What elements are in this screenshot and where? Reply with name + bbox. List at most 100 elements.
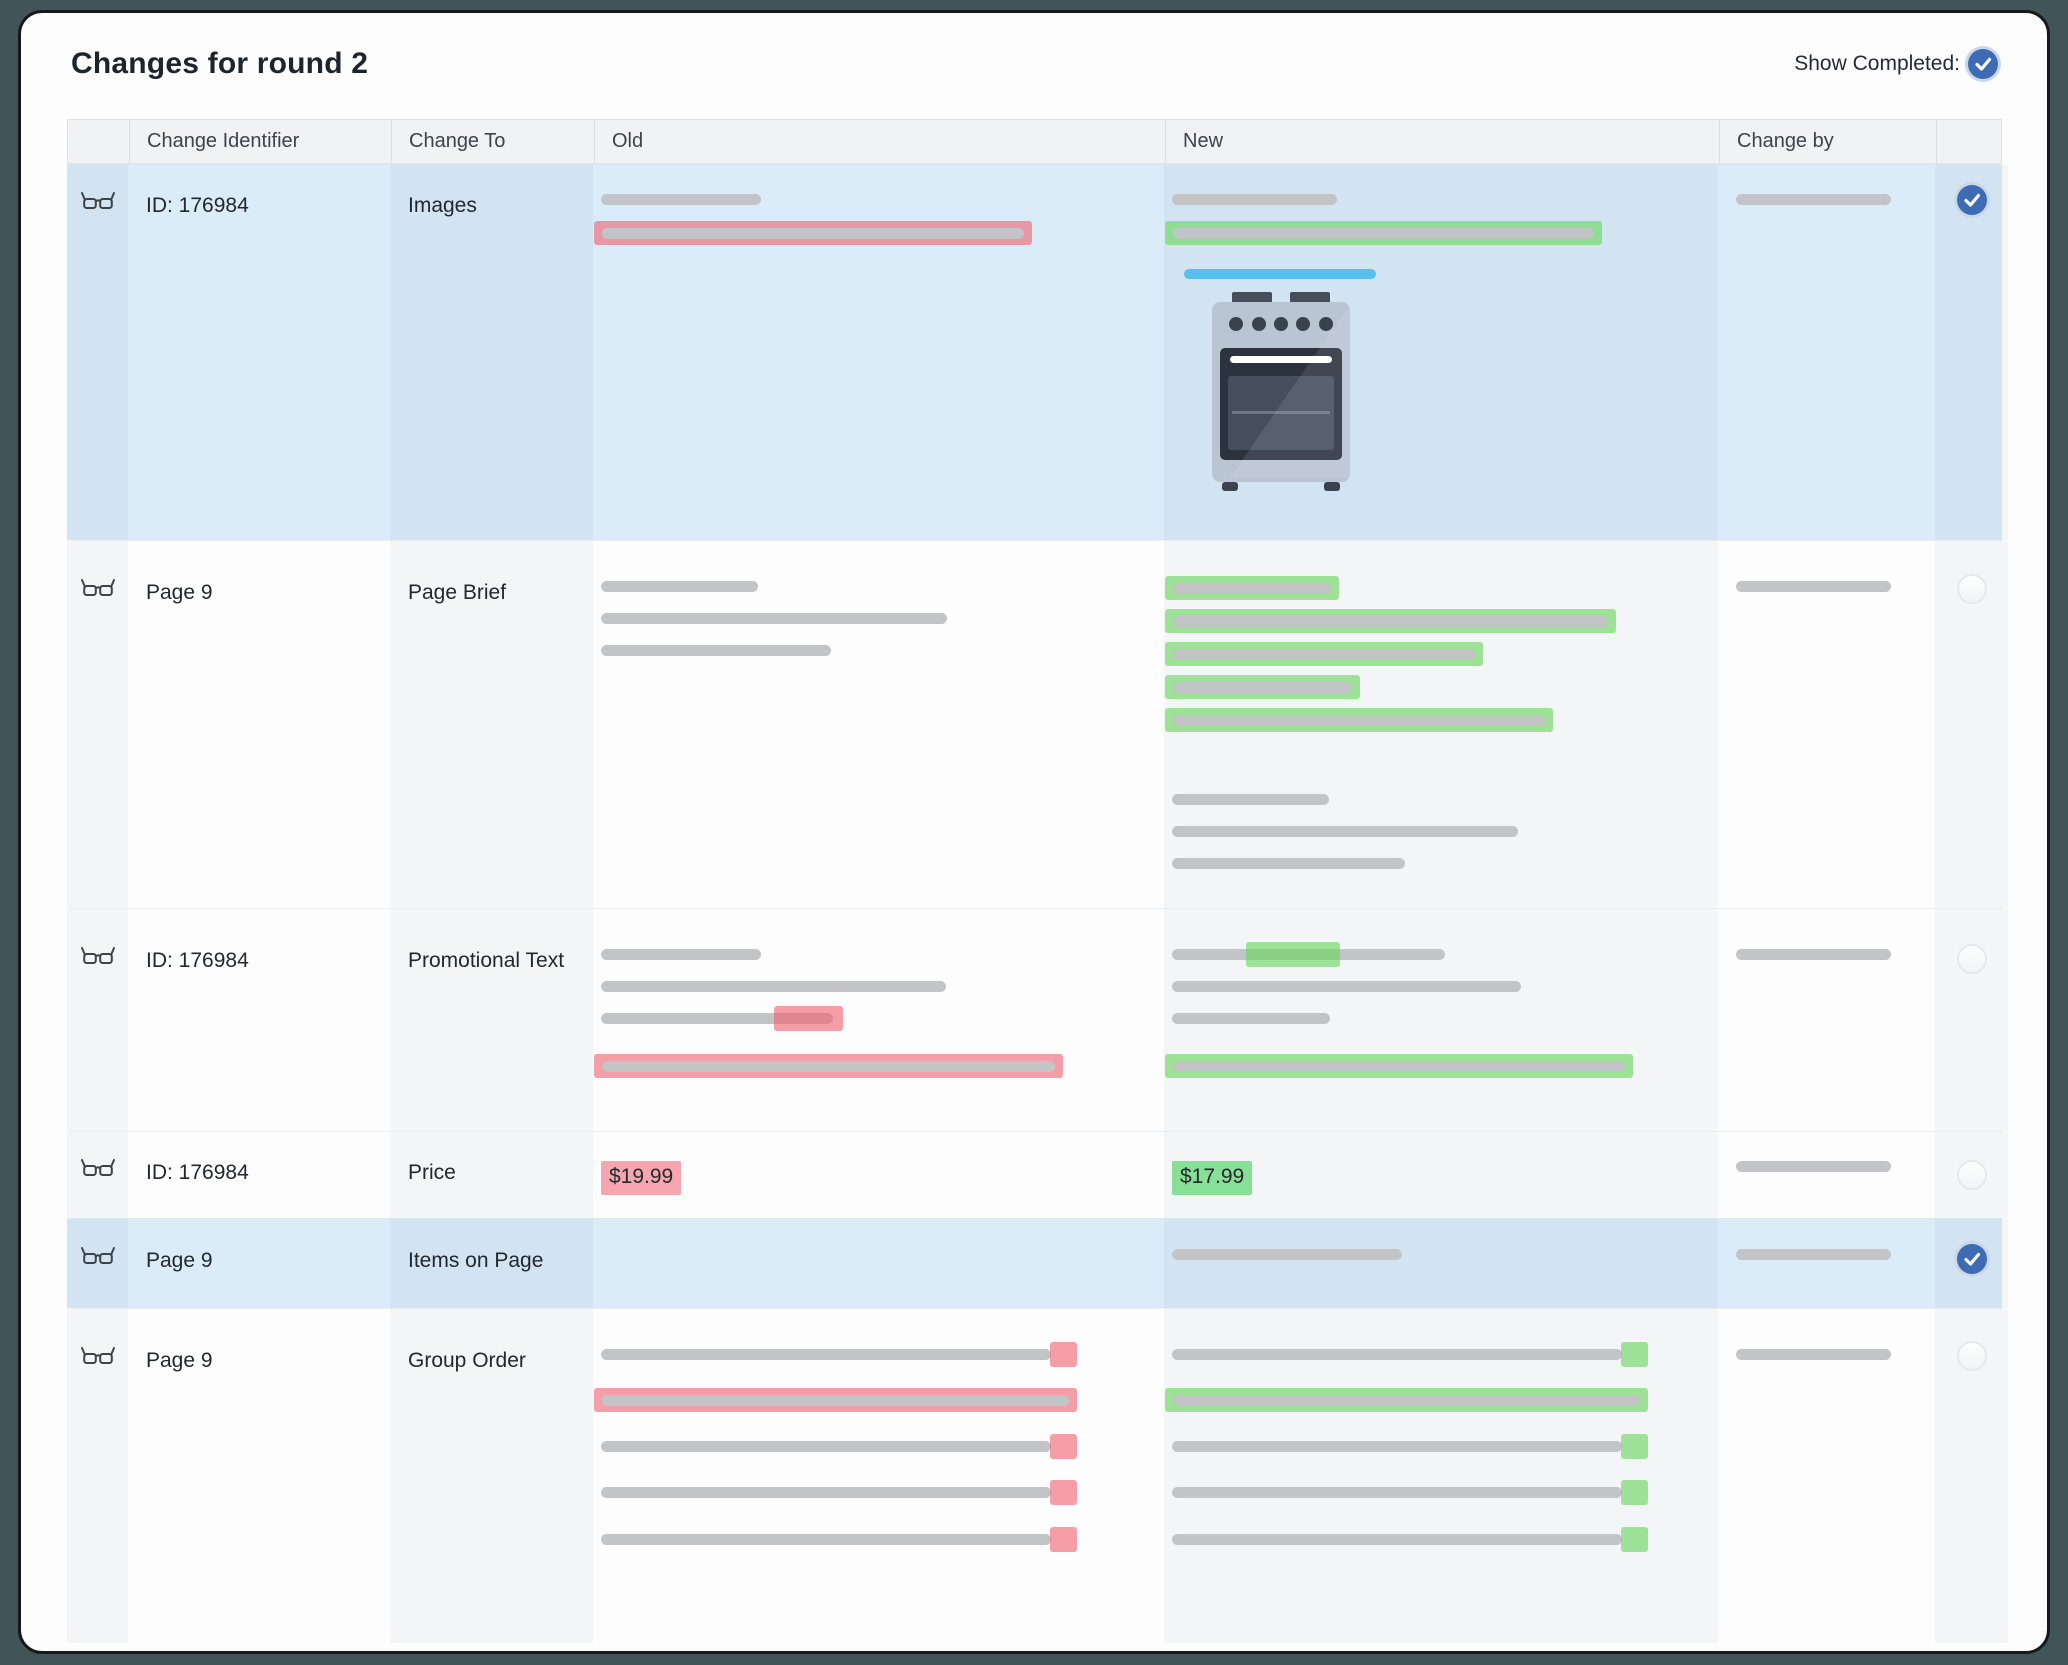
text-line-with-change-mark [601, 1487, 1051, 1498]
new-content-cell [1164, 1309, 1718, 1643]
text-line-with-change-mark [601, 1441, 1051, 1452]
new-content-cell [1164, 165, 1718, 540]
new-content-cell [1164, 1219, 1718, 1308]
added-change-mark [1621, 1434, 1648, 1459]
change-by-placeholder-bar [1736, 1249, 1891, 1260]
text-placeholder-bar [1172, 1441, 1622, 1452]
table-row: ID: 176984Price$19.99$17.99 [67, 1131, 2002, 1218]
added-change-mark [1621, 1527, 1648, 1552]
glasses-icon[interactable] [81, 578, 115, 598]
row-viewed-cell [67, 541, 128, 908]
change-by-cell [1718, 165, 1935, 540]
added-change-mark [1621, 1480, 1648, 1505]
text-line-with-change-mark [601, 1534, 1051, 1545]
text-placeholder-bar [601, 645, 831, 656]
change-identifier-cell: Page 9 [128, 541, 390, 908]
row-completed-checkbox[interactable] [1957, 1341, 1987, 1371]
change-by-placeholder-bar [1736, 194, 1891, 205]
text-placeholder-bar [601, 613, 947, 624]
row-viewed-cell [67, 165, 128, 540]
text-placeholder-bar [1173, 616, 1608, 627]
text-placeholder-bar [601, 949, 761, 960]
glasses-icon[interactable] [81, 1246, 115, 1266]
change-to-cell: Group Order [390, 1309, 593, 1643]
row-completed-cell [1935, 541, 2008, 908]
text-placeholder-bar [1173, 649, 1475, 660]
glasses-icon[interactable] [81, 946, 115, 966]
text-placeholder-bar [1173, 228, 1594, 239]
change-by-placeholder-bar [1736, 1349, 1891, 1360]
change-identifier-value: ID: 176984 [146, 194, 249, 217]
text-placeholder-bar [601, 1487, 1051, 1498]
old-price: $19.99 [601, 1161, 681, 1195]
old-content-cell [593, 165, 1164, 540]
change-to-value: Group Order [408, 1349, 526, 1372]
old-content-cell [593, 541, 1164, 908]
page-title: Changes for round 2 [71, 47, 368, 81]
text-placeholder-bar [602, 1395, 1069, 1406]
text-placeholder-bar [1173, 583, 1331, 594]
row-viewed-cell [67, 909, 128, 1131]
change-to-cell: Page Brief [390, 541, 593, 908]
change-identifier-cell: Page 9 [128, 1309, 390, 1643]
row-completed-checkbox[interactable] [1957, 944, 1987, 974]
panel-header: Changes for round 2 Show Completed: [67, 43, 2002, 85]
check-icon [1957, 1244, 1987, 1274]
changes-table: Change Identifier Change To Old New Chan… [67, 119, 2002, 1643]
text-line-with-change-mark [1172, 949, 1445, 960]
show-completed-checkbox[interactable] [1968, 49, 1998, 79]
new-content-cell [1164, 541, 1718, 908]
text-placeholder-bar [1172, 194, 1337, 205]
old-content-cell [593, 909, 1164, 1131]
text-line-with-change-mark [1172, 1534, 1622, 1545]
text-placeholder-bar [601, 1349, 1051, 1360]
change-to-cell: Promotional Text [390, 909, 593, 1131]
header-change-by: Change by [1719, 120, 1936, 163]
row-completed-checkbox[interactable] [1957, 1160, 1987, 1190]
text-placeholder-bar [1172, 826, 1518, 837]
glasses-icon[interactable] [81, 1346, 115, 1366]
removed-text-highlight [594, 1054, 1063, 1078]
header-change-to: Change To [391, 120, 594, 163]
text-placeholder-bar [1172, 1349, 1622, 1360]
row-completed-checkbox[interactable] [1957, 1244, 1987, 1274]
table-body: ID: 176984ImagesPage 9Page BriefID: 1769… [67, 164, 2002, 1643]
table-row: ID: 176984 Promotional Text [67, 908, 2002, 1131]
change-to-cell: Items on Page [390, 1219, 593, 1308]
row-viewed-cell [67, 1309, 128, 1643]
header-icon-column [68, 120, 129, 163]
header-change-identifier: Change Identifier [129, 120, 391, 163]
table-row: Page 9 Group Order [67, 1308, 2002, 1643]
glasses-icon[interactable] [81, 1158, 115, 1178]
check-icon [1957, 185, 1987, 215]
change-identifier-value: ID: 176984 [146, 1161, 249, 1184]
change-by-cell [1718, 1219, 1935, 1308]
added-text-highlight [1165, 1054, 1633, 1078]
text-placeholder-bar [601, 581, 758, 592]
row-completed-checkbox[interactable] [1957, 574, 1987, 604]
row-completed-checkbox[interactable] [1957, 185, 1987, 215]
removed-text-highlight [594, 221, 1032, 245]
added-change-mark [1246, 942, 1340, 967]
new-content-cell [1164, 909, 1718, 1131]
check-icon [1968, 49, 1998, 79]
change-identifier-cell: ID: 176984 [128, 1132, 390, 1218]
removed-change-mark [774, 1006, 843, 1031]
change-by-placeholder-bar [1736, 1161, 1891, 1172]
table-row: Page 9 Page Brief [67, 540, 2002, 908]
change-to-value: Page Brief [408, 581, 506, 604]
removed-change-mark [1050, 1480, 1077, 1505]
text-placeholder-bar [601, 1534, 1051, 1545]
change-identifier-value: ID: 176984 [146, 949, 249, 972]
old-content-cell: $19.99 [593, 1132, 1164, 1218]
text-placeholder-bar [1172, 794, 1329, 805]
show-completed-toggle[interactable]: Show Completed: [1794, 49, 1998, 79]
change-to-value: Items on Page [408, 1249, 543, 1272]
glasses-icon[interactable] [81, 191, 115, 211]
added-text-highlight [1165, 675, 1360, 699]
text-placeholder-bar [1173, 1061, 1625, 1072]
image-accent-bar [1184, 269, 1376, 279]
text-placeholder-bar [1172, 858, 1405, 869]
row-completed-cell [1935, 1309, 2008, 1643]
removed-text-highlight [594, 1388, 1077, 1412]
